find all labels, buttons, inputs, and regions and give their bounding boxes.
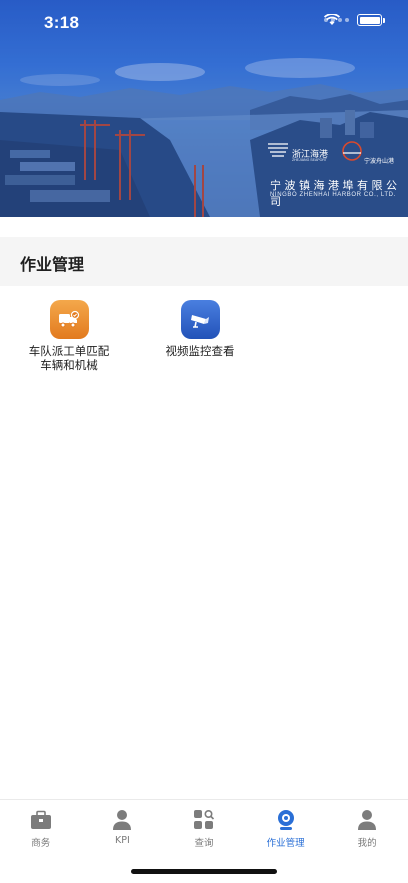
tab-label-operations: 作业管理 bbox=[266, 838, 305, 849]
zhejiang-seaport-logo-en: ZHEJIANG SEAPORT bbox=[292, 158, 327, 162]
tab-label-kpi: KPI bbox=[115, 835, 130, 846]
tab-label-business: 商务 bbox=[31, 838, 51, 849]
bottom-tab-bar: 商务 KPI 查询 作业管理 我的 bbox=[0, 799, 408, 859]
wifi-icon bbox=[324, 14, 340, 25]
video-monitor-label: 视频监控查看 bbox=[165, 344, 235, 358]
tab-kpi[interactable]: KPI bbox=[82, 800, 164, 859]
section-title: 作业管理 bbox=[20, 255, 85, 274]
cctv-camera-icon bbox=[180, 300, 220, 339]
ningbo-port-logo-text: 宁波舟山港 bbox=[364, 158, 395, 165]
tab-operations[interactable]: 作业管理 bbox=[245, 800, 327, 859]
fleet-dispatch-menu-item[interactable]: 车队派工单匹配车辆和机械 bbox=[4, 300, 134, 372]
tab-query[interactable]: 查询 bbox=[163, 800, 245, 859]
tab-business[interactable]: 商务 bbox=[0, 800, 82, 859]
user-icon bbox=[356, 809, 378, 831]
harbor-banner: 3:18 浙江海港 ZHEJIANG SEAPORT 宁波舟山港 宁波镇海港埠有… bbox=[0, 0, 408, 217]
home-indicator[interactable] bbox=[131, 869, 277, 874]
grid-search-icon bbox=[193, 809, 215, 831]
status-icons bbox=[324, 14, 385, 26]
battery-icon bbox=[357, 14, 385, 26]
tab-label-mine: 我的 bbox=[357, 838, 377, 849]
tab-label-query: 查询 bbox=[194, 838, 214, 849]
person-icon bbox=[111, 809, 133, 831]
tab-mine[interactable]: 我的 bbox=[326, 800, 408, 859]
video-monitor-menu-item[interactable]: 视频监控查看 bbox=[135, 300, 265, 358]
webcam-icon bbox=[275, 809, 297, 831]
section-header: 作业管理 bbox=[0, 237, 408, 286]
company-name-en: NINGBO ZHENHAI HARBOR CO., LTD. bbox=[270, 192, 396, 198]
truck-icon bbox=[49, 300, 89, 339]
app-screen: 3:18 浙江海港 ZHEJIANG SEAPORT 宁波舟山港 宁波镇海港埠有… bbox=[0, 0, 408, 883]
fleet-dispatch-label: 车队派工单匹配车辆和机械 bbox=[28, 344, 110, 372]
briefcase-icon bbox=[30, 809, 52, 831]
status-time: 3:18 bbox=[44, 13, 80, 32]
